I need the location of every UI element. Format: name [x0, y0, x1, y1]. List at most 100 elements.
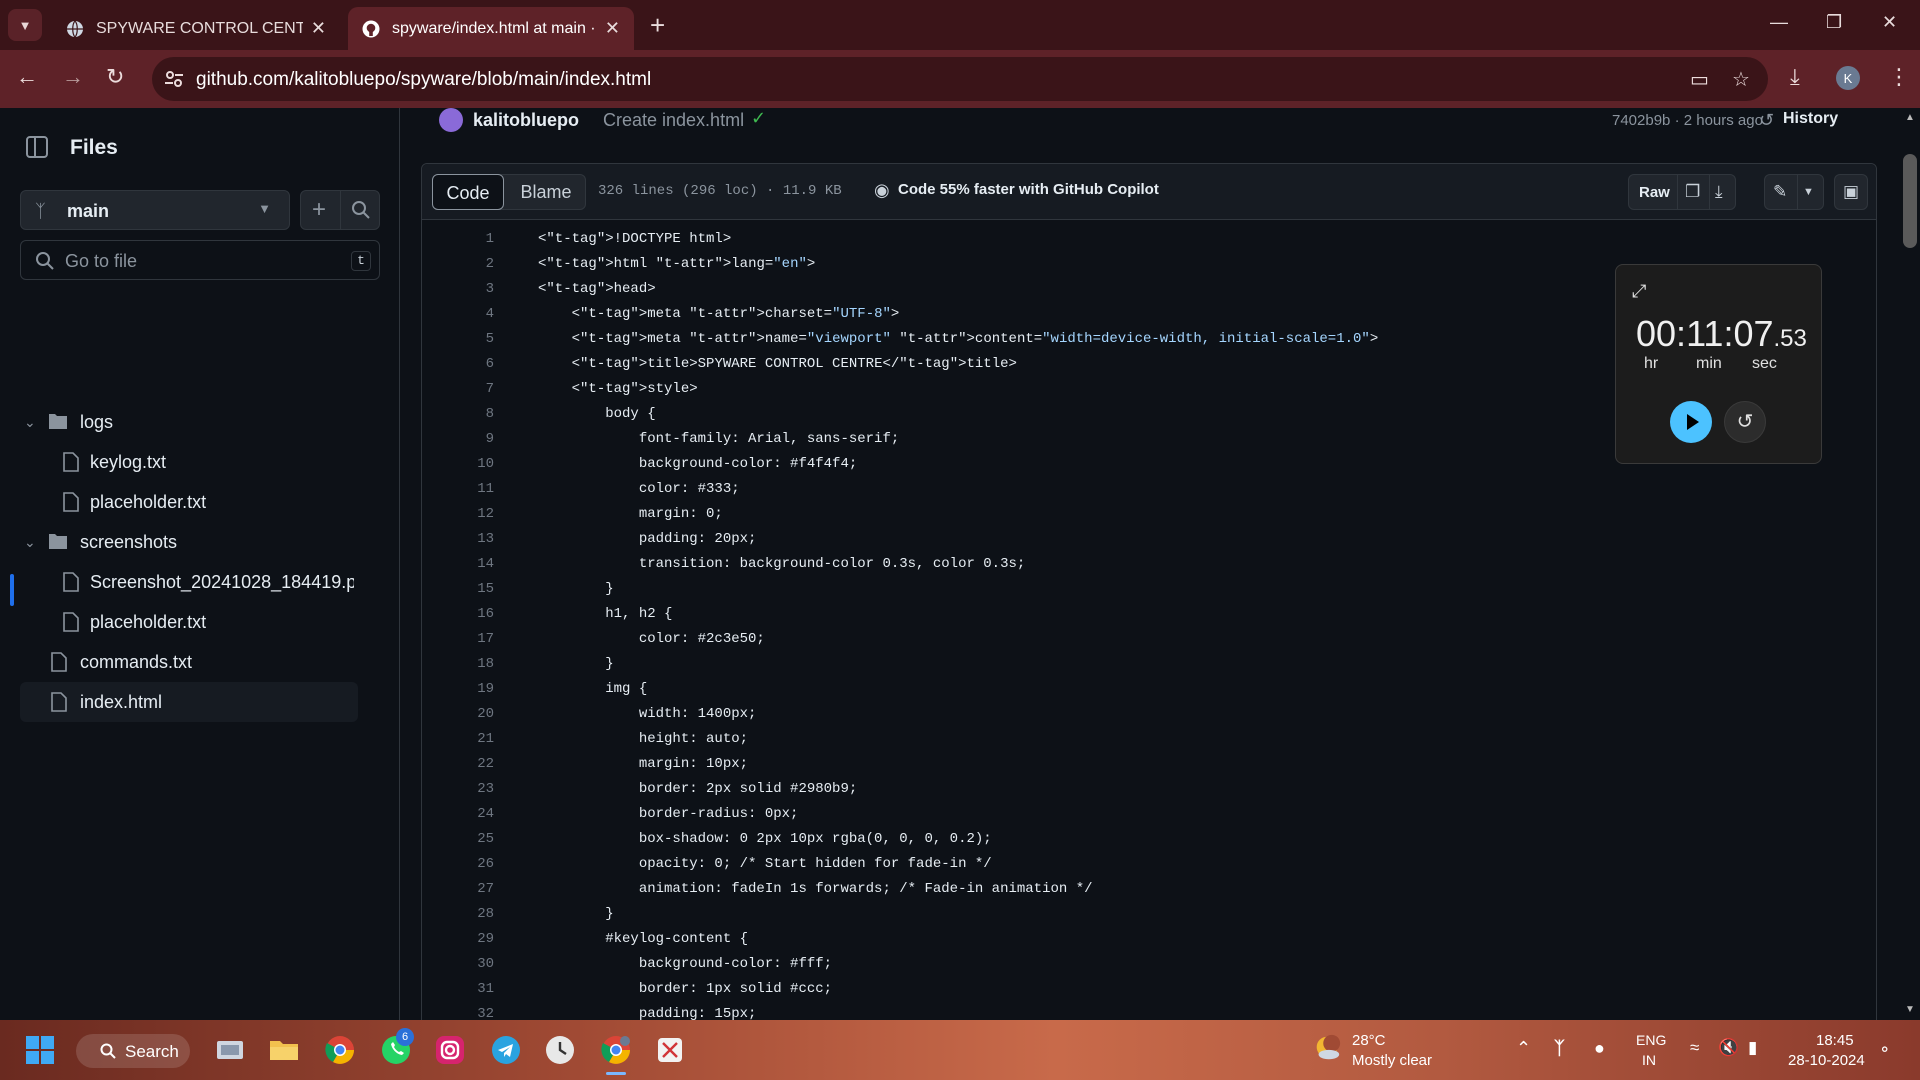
branch-selector[interactable]: ᛉ main ▼ — [20, 190, 290, 230]
line-number[interactable]: 11 — [422, 481, 494, 497]
forward-icon[interactable]: → — [62, 64, 84, 90]
task-view-icon[interactable] — [214, 1034, 246, 1066]
tree-folder-logs[interactable]: ⌄ logs — [20, 402, 358, 442]
line-number[interactable]: 23 — [422, 781, 494, 797]
new-tab-button[interactable]: + — [650, 12, 665, 38]
clock-date[interactable]: 28-10-2024 — [1788, 1052, 1865, 1069]
bookmark-star-icon[interactable]: ☆ — [1732, 67, 1750, 92]
line-number[interactable]: 4 — [422, 306, 494, 322]
line-number[interactable]: 32 — [422, 1006, 494, 1020]
pencil-icon[interactable]: ✎ — [1773, 182, 1787, 202]
volume-muted-icon[interactable]: 🔇 — [1718, 1038, 1739, 1058]
line-number[interactable]: 28 — [422, 906, 494, 922]
author-avatar[interactable] — [439, 108, 463, 132]
battery-icon[interactable]: ▮ — [1748, 1038, 1757, 1058]
line-number[interactable]: 17 — [422, 631, 494, 647]
weather-moon-icon[interactable] — [1312, 1032, 1342, 1062]
url-text[interactable]: github.com/kalitobluepo/spyware/blob/mai… — [196, 69, 651, 91]
clock-app-icon[interactable] — [544, 1034, 576, 1066]
notification-bell-icon[interactable]: ⚬ — [1878, 1040, 1891, 1060]
tree-file-index[interactable]: index.html — [20, 682, 358, 722]
history-link[interactable]: History — [1783, 110, 1838, 128]
line-number[interactable]: 22 — [422, 756, 494, 772]
line-number[interactable]: 14 — [422, 556, 494, 572]
back-icon[interactable]: ← — [16, 64, 38, 90]
line-number[interactable]: 13 — [422, 531, 494, 547]
line-number[interactable]: 19 — [422, 681, 494, 697]
snipping-tool-icon[interactable] — [654, 1034, 686, 1066]
line-number[interactable]: 16 — [422, 606, 494, 622]
tree-file-keylog[interactable]: keylog.txt — [20, 442, 358, 482]
close-tab-icon[interactable]: ✕ — [605, 18, 620, 39]
chrome-profile-icon[interactable] — [600, 1034, 632, 1066]
line-number[interactable]: 24 — [422, 806, 494, 822]
commit-message[interactable]: Create index.html — [603, 110, 744, 131]
tab-search-button[interactable]: ▼ — [8, 9, 42, 41]
line-number[interactable]: 20 — [422, 706, 494, 722]
reset-button[interactable]: ↺ — [1724, 401, 1766, 443]
symbols-panel-button[interactable]: ▣ — [1834, 174, 1868, 210]
line-number[interactable]: 3 — [422, 281, 494, 297]
line-number[interactable]: 30 — [422, 956, 494, 972]
address-bar[interactable]: github.com/kalitobluepo/spyware/blob/mai… — [152, 57, 1768, 101]
download-icon[interactable]: ⤓ — [1715, 182, 1723, 202]
page-scrollbar[interactable]: ▲ ▼ — [1900, 108, 1920, 1020]
line-number[interactable]: 1 — [422, 231, 494, 247]
bluetooth-tray-icon[interactable]: ᛉ — [1554, 1038, 1565, 1059]
line-number[interactable]: 15 — [422, 581, 494, 597]
scroll-down-icon[interactable]: ▼ — [1905, 1004, 1915, 1015]
tree-folder-screenshots[interactable]: ⌄ screenshots — [20, 522, 358, 562]
search-icon[interactable] — [351, 200, 371, 220]
line-number[interactable]: 31 — [422, 981, 494, 997]
chrome-icon[interactable] — [324, 1034, 356, 1066]
line-number[interactable]: 6 — [422, 356, 494, 372]
scroll-up-icon[interactable]: ▲ — [1905, 112, 1915, 123]
copilot-link[interactable]: Code 55% faster with GitHub Copilot — [898, 181, 1159, 198]
raw-button[interactable]: Raw — [1639, 184, 1670, 201]
line-number[interactable]: 25 — [422, 831, 494, 847]
scrollbar-thumb[interactable] — [1903, 154, 1917, 248]
line-number[interactable]: 21 — [422, 731, 494, 747]
collapse-sidebar-icon[interactable] — [26, 136, 48, 158]
telegram-icon[interactable] — [490, 1034, 522, 1066]
expand-icon[interactable]: ⤢ — [1632, 281, 1646, 302]
tree-file-commands[interactable]: commands.txt — [20, 642, 358, 682]
line-number[interactable]: 18 — [422, 656, 494, 672]
minimize-icon[interactable]: — — [1770, 12, 1788, 33]
instagram-icon[interactable] — [434, 1034, 466, 1066]
go-to-file-input[interactable] — [65, 249, 325, 273]
commit-author[interactable]: kalitobluepo — [473, 110, 579, 131]
browser-tab-github-index[interactable]: spyware/index.html at main · kalitobluep… — [348, 7, 634, 50]
weather-desc[interactable]: Mostly clear — [1352, 1052, 1432, 1069]
line-number[interactable]: 29 — [422, 931, 494, 947]
add-file-icon[interactable]: + — [312, 196, 326, 224]
reload-icon[interactable]: ↻ — [106, 64, 124, 90]
line-number[interactable]: 12 — [422, 506, 494, 522]
line-number[interactable]: 27 — [422, 881, 494, 897]
line-number[interactable]: 8 — [422, 406, 494, 422]
taskbar-search[interactable]: Search — [76, 1034, 190, 1068]
line-number[interactable]: 5 — [422, 331, 494, 347]
commit-sha-time[interactable]: 7402b9b · 2 hours ago — [1612, 112, 1763, 129]
line-number[interactable]: 2 — [422, 256, 494, 272]
restore-icon[interactable]: ❐ — [1826, 12, 1842, 33]
copy-icon[interactable]: ❐ — [1685, 182, 1700, 202]
tab-blame[interactable]: Blame — [513, 175, 579, 209]
profile-avatar[interactable]: K — [1836, 66, 1860, 90]
tab-code[interactable]: Code — [432, 174, 504, 210]
play-button[interactable] — [1670, 401, 1712, 443]
caret-down-icon[interactable]: ▼ — [1803, 186, 1814, 198]
install-app-icon[interactable]: ▭ — [1690, 67, 1709, 92]
microphone-icon[interactable]: ● — [1594, 1038, 1605, 1059]
clock-time[interactable]: 18:45 — [1816, 1032, 1854, 1049]
wifi-icon[interactable]: ≈ — [1690, 1038, 1699, 1058]
tree-file-placeholder-logs[interactable]: placeholder.txt — [20, 482, 358, 522]
close-window-icon[interactable]: ✕ — [1882, 12, 1897, 33]
windows-start-icon[interactable] — [24, 1034, 56, 1066]
downloads-icon[interactable]: ⤓ — [1790, 64, 1800, 90]
file-explorer-icon[interactable] — [268, 1034, 300, 1066]
weather-temp[interactable]: 28°C — [1352, 1032, 1386, 1049]
show-hidden-icons[interactable]: ⌃ — [1516, 1038, 1531, 1059]
line-number[interactable]: 9 — [422, 431, 494, 447]
close-tab-icon[interactable]: ✕ — [311, 18, 326, 39]
